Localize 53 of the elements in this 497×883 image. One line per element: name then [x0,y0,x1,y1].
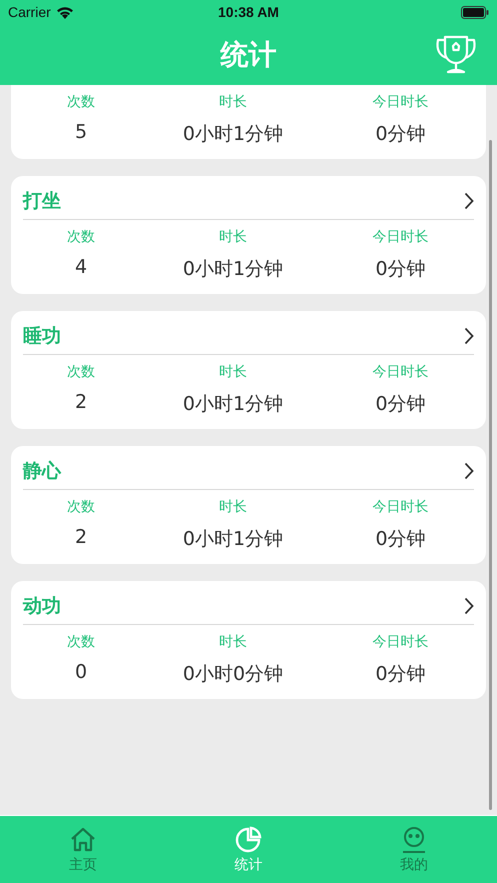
card-header[interactable]: 静心 [23,452,474,490]
stat-value: 0分钟 [375,392,426,417]
clock-time: 10:38 AM [218,4,279,20]
card-header[interactable]: 动功 [23,587,474,625]
stat-label: 时长 [219,228,247,246]
stat-label: 次数 [67,93,95,111]
page-title: 统计 [220,36,276,72]
stat-label: 今日时长 [372,498,428,516]
stat-value: 0分钟 [375,257,426,282]
stat-value: 0分钟 [375,662,426,687]
stat-value: 0分钟 [375,527,426,552]
stat-value: 0小时0分钟 [182,662,284,687]
stat-label: 时长 [219,93,247,111]
tab-bar-item[interactable]: 主页 [58,822,107,878]
stat-label: 次数 [67,498,95,516]
stat-label: 时长 [219,363,247,381]
chevron-right-icon [464,596,474,614]
home-icon [68,826,97,854]
card-header[interactable]: 睡功 [23,317,474,355]
stat-value: 0小时1分钟 [182,257,284,282]
carrier-name: Carrier [8,4,51,20]
stat-label: 时长 [219,633,247,651]
wifi-icon [56,6,74,18]
card-title: 睡功 [23,324,62,348]
card-title: 静心 [23,458,62,484]
stat-value: 4 [74,256,88,280]
stat-value: 0小时1分钟 [182,392,284,417]
card-header[interactable]: 打坐 [23,182,474,220]
stat-value: 0 [74,661,88,685]
tab-bar-item[interactable]: 我的 [390,822,438,878]
stat-value: 2 [74,391,88,415]
battery-icon [461,6,489,18]
stat-label: 次数 [67,363,95,381]
stat-label: 今日时长 [372,633,428,651]
card-title: 动功 [23,594,62,618]
stat-value: 2 [74,526,88,550]
chevron-right-icon [464,462,474,480]
stat-value: 0小时1分钟 [182,527,284,552]
pie-chart-icon [234,826,262,854]
stat-label: 次数 [67,228,95,246]
stat-label: 时长 [219,498,247,516]
stat-value: 0小时1分钟 [182,122,284,147]
chevron-right-icon [464,326,474,344]
stat-label: 今日时长 [372,363,428,381]
stat-value: 0分钟 [375,122,426,147]
tab-bar-item[interactable]: 统计 [224,822,272,878]
scrollbar[interactable] [489,140,492,810]
stat-label: 次数 [67,633,95,651]
card-title: 打坐 [23,188,62,214]
stat-value: 5 [74,121,88,145]
chevron-right-icon [464,192,474,210]
stat-label: 今日时长 [372,228,428,246]
stat-label: 今日时长 [372,93,428,111]
